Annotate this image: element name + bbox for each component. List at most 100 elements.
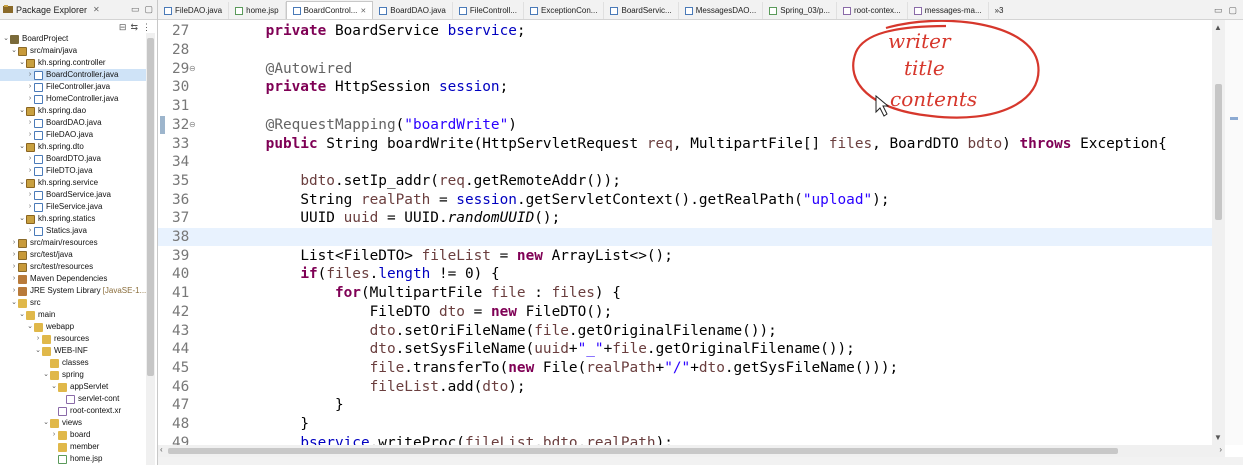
tree-item[interactable]: › src/test/java bbox=[0, 249, 147, 261]
package-explorer-tab[interactable]: Package Explorer ✕ bbox=[3, 5, 100, 15]
editor-tab[interactable]: Spring_03/p... bbox=[763, 2, 838, 19]
chevron-right-icon[interactable]: › bbox=[26, 69, 34, 81]
chevron-right-icon[interactable]: › bbox=[26, 153, 34, 165]
tree-scrollbar[interactable] bbox=[146, 33, 155, 465]
tree-item[interactable]: › JRE System Library [JavaSE-1... bbox=[0, 285, 147, 297]
chevron-right-icon[interactable]: › bbox=[50, 429, 58, 441]
chevron-down-icon[interactable]: ⌄ bbox=[18, 57, 26, 69]
chevron-right-icon[interactable]: › bbox=[10, 285, 18, 297]
tree-item[interactable]: ⌄ appServlet bbox=[0, 381, 147, 393]
code-line[interactable]: 39 List<FileDTO> fileList = new ArrayLis… bbox=[158, 246, 1212, 265]
code-line[interactable]: 44 dto.setSysFileName(uuid+"_"+file.getO… bbox=[158, 340, 1212, 359]
tree-item[interactable]: home.jsp bbox=[0, 453, 147, 465]
tree-item[interactable]: › Maven Dependencies bbox=[0, 273, 147, 285]
code-line[interactable]: 33 public String boardWrite(HttpServletR… bbox=[158, 134, 1212, 153]
horizontal-scrollbar-thumb[interactable] bbox=[168, 448, 1118, 454]
code-line[interactable]: 45 file.transferTo(new File(realPath+"/"… bbox=[158, 359, 1212, 378]
chevron-right-icon[interactable]: › bbox=[26, 189, 34, 201]
editor-tab[interactable]: root-contex... bbox=[837, 2, 908, 19]
tree-item[interactable]: ⌄ kh.spring.dto bbox=[0, 141, 147, 153]
tree-item[interactable]: ⌄ views bbox=[0, 417, 147, 429]
chevron-down-icon[interactable]: ⌄ bbox=[42, 369, 50, 381]
chevron-down-icon[interactable]: ⌄ bbox=[26, 321, 34, 333]
editor-tab[interactable]: FileControll... bbox=[453, 2, 524, 19]
chevron-right-icon[interactable]: › bbox=[10, 273, 18, 285]
tree-item[interactable]: ⌄ kh.spring.controller bbox=[0, 57, 147, 69]
code-line[interactable]: 43 dto.setOriFileName(file.getOriginalFi… bbox=[158, 321, 1212, 340]
chevron-down-icon[interactable]: ⌄ bbox=[10, 45, 18, 57]
chevron-down-icon[interactable]: ⌄ bbox=[18, 213, 26, 225]
tree-item[interactable]: ⌄ spring bbox=[0, 369, 147, 381]
code-editor[interactable]: 27 private BoardService bservice; 28 29 ⊖ @… bbox=[158, 20, 1212, 445]
tree-item[interactable]: › BoardDTO.java bbox=[0, 153, 147, 165]
scroll-down-icon[interactable]: ▼ bbox=[1214, 433, 1222, 442]
editor-horizontal-scrollbar[interactable]: ‹ › bbox=[158, 445, 1225, 457]
chevron-down-icon[interactable]: ⌄ bbox=[34, 345, 42, 357]
editor-tab[interactable]: BoardDAO.java bbox=[373, 2, 453, 19]
scroll-left-icon[interactable]: ‹ bbox=[160, 445, 163, 454]
chevron-right-icon[interactable]: › bbox=[26, 117, 34, 129]
minimize-icon[interactable]: ▭ bbox=[1214, 5, 1223, 16]
editor-tab[interactable]: BoardServic... bbox=[604, 2, 679, 19]
code-line[interactable]: 49 bservice.writeProc(fileList,bdto,real… bbox=[158, 433, 1212, 445]
close-icon[interactable]: ✕ bbox=[93, 5, 100, 14]
more-tabs-button[interactable]: »3 bbox=[989, 2, 1010, 19]
chevron-down-icon[interactable]: ⌄ bbox=[18, 177, 26, 189]
tree-item[interactable]: ⌄ kh.spring.service bbox=[0, 177, 147, 189]
scroll-up-icon[interactable]: ▲ bbox=[1214, 23, 1222, 32]
chevron-down-icon[interactable]: ⌄ bbox=[2, 33, 10, 45]
editor-tab[interactable]: FileDAO.java bbox=[158, 2, 230, 19]
editor-tab[interactable]: BoardControl... ✕ bbox=[285, 1, 374, 19]
tree-item[interactable]: › src/test/resources bbox=[0, 261, 147, 273]
tree-item[interactable]: › BoardService.java bbox=[0, 189, 147, 201]
chevron-right-icon[interactable]: › bbox=[10, 261, 18, 273]
tree-item[interactable]: ⌄ kh.spring.dao bbox=[0, 105, 147, 117]
maximize-icon[interactable]: ▢ bbox=[1228, 5, 1237, 16]
tree-item[interactable]: ⌄ kh.spring.statics bbox=[0, 213, 147, 225]
link-with-editor-icon[interactable]: ⇆ bbox=[130, 22, 138, 33]
fold-toggle-icon[interactable]: ⊖ bbox=[189, 64, 196, 73]
chevron-right-icon[interactable]: › bbox=[26, 201, 34, 213]
chevron-down-icon[interactable]: ⌄ bbox=[42, 417, 50, 429]
tree-item[interactable]: ⌄ webapp bbox=[0, 321, 147, 333]
tree-item[interactable]: › resources bbox=[0, 333, 147, 345]
code-line[interactable]: 42 FileDTO dto = new FileDTO(); bbox=[158, 303, 1212, 322]
tree-item[interactable]: member bbox=[0, 441, 147, 453]
code-line[interactable]: 48 } bbox=[158, 415, 1212, 434]
tree-item[interactable]: ⌄ src bbox=[0, 297, 147, 309]
tree-item[interactable]: › FileDTO.java bbox=[0, 165, 147, 177]
tree-item[interactable]: ⌄ BoardProject bbox=[0, 33, 147, 45]
code-line[interactable]: 37 UUID uuid = UUID.randomUUID(); bbox=[158, 209, 1212, 228]
editor-tab[interactable]: MessagesDAO... bbox=[679, 2, 764, 19]
tree-item[interactable]: › FileDAO.java bbox=[0, 129, 147, 141]
tree-item[interactable]: classes bbox=[0, 357, 147, 369]
chevron-down-icon[interactable]: ⌄ bbox=[18, 105, 26, 117]
tree-scrollbar-thumb[interactable] bbox=[147, 38, 154, 376]
editor-scrollbar-thumb[interactable] bbox=[1215, 84, 1222, 220]
code-line[interactable]: 47 } bbox=[158, 396, 1212, 415]
tree-item[interactable]: › Statics.java bbox=[0, 225, 147, 237]
editor-tab[interactable]: home.jsp bbox=[229, 2, 286, 19]
tree-item[interactable]: › BoardController.java bbox=[0, 69, 147, 81]
tree-item[interactable]: › BoardDAO.java bbox=[0, 117, 147, 129]
tree-item[interactable]: root-context.xr bbox=[0, 405, 147, 417]
editor-vertical-scrollbar[interactable]: ▲ ▼ bbox=[1212, 20, 1225, 445]
code-line[interactable]: 36 String realPath = session.getServletC… bbox=[158, 190, 1212, 209]
tree-item[interactable]: › board bbox=[0, 429, 147, 441]
chevron-right-icon[interactable]: › bbox=[26, 129, 34, 141]
chevron-right-icon[interactable]: › bbox=[10, 249, 18, 261]
chevron-right-icon[interactable]: › bbox=[26, 165, 34, 177]
tree-item[interactable]: › src/main/resources bbox=[0, 237, 147, 249]
collapse-all-icon[interactable]: ⊟ bbox=[119, 22, 127, 33]
code-line[interactable]: 35 bdto.setIp_addr(req.getRemoteAddr()); bbox=[158, 172, 1212, 191]
tree-item[interactable]: ⌄ WEB-INF bbox=[0, 345, 147, 357]
editor-tab[interactable]: messages-ma... bbox=[908, 2, 989, 19]
code-line[interactable]: 46 fileList.add(dto); bbox=[158, 377, 1212, 396]
code-line[interactable]: 38 bbox=[158, 227, 1212, 247]
tree-item[interactable]: ⌄ src/main/java bbox=[0, 45, 147, 57]
scroll-right-icon[interactable]: › bbox=[1219, 445, 1222, 454]
chevron-right-icon[interactable]: › bbox=[26, 225, 34, 237]
overview-marker[interactable] bbox=[1230, 117, 1238, 120]
filter-icon[interactable]: ⋮ bbox=[142, 22, 151, 33]
code-line[interactable]: 41 for(MultipartFile file : files) { bbox=[158, 284, 1212, 303]
